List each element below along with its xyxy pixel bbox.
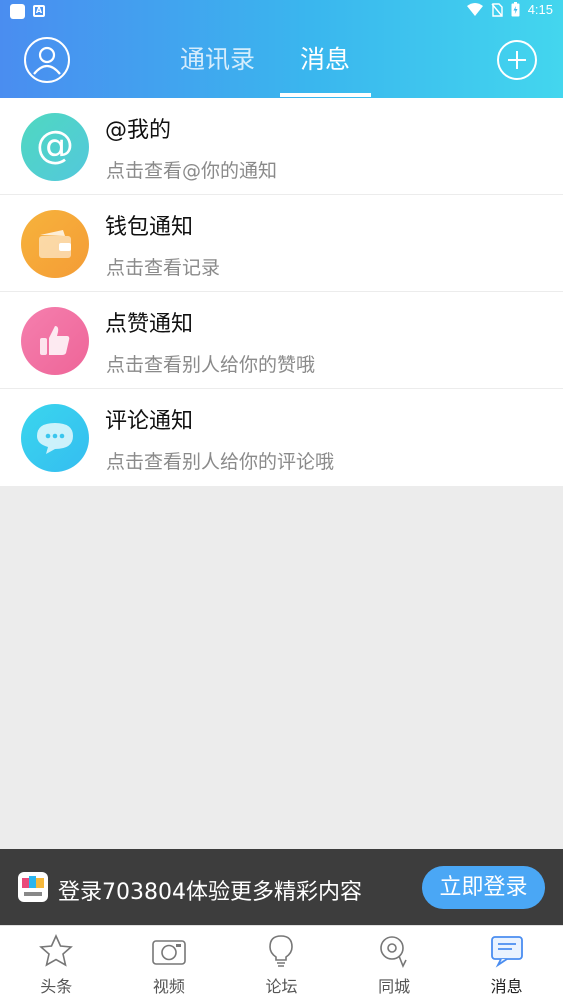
nav-item-headlines[interactable]: 头条 bbox=[0, 926, 113, 1000]
battery-icon bbox=[511, 2, 520, 17]
active-tab-indicator bbox=[280, 93, 371, 97]
tab-contacts[interactable]: 通讯录 bbox=[180, 42, 280, 82]
message-subtitle: 点击查看记录 bbox=[106, 257, 221, 279]
message-subtitle: 点击查看@你的通知 bbox=[106, 160, 278, 182]
banner-text: 登录703804体验更多精彩内容 bbox=[58, 880, 362, 905]
comment-icon bbox=[21, 404, 89, 472]
lightbulb-icon bbox=[269, 935, 294, 967]
at-icon: @ bbox=[21, 113, 89, 181]
app-notification-icon: A bbox=[33, 5, 45, 17]
message-title: @我的 bbox=[105, 118, 172, 143]
login-button[interactable]: 立即登录 bbox=[422, 866, 545, 909]
bottom-navigation: 头条 视频 论坛 同城 消息 bbox=[0, 925, 563, 1000]
message-subtitle: 点击查看别人给你的评论哦 bbox=[106, 451, 335, 473]
thumbs-up-icon bbox=[21, 307, 89, 375]
message-subtitle: 点击查看别人给你的赞哦 bbox=[106, 354, 316, 376]
notification-icon bbox=[10, 4, 25, 19]
tab-messages[interactable]: 消息 bbox=[300, 42, 352, 82]
wallet-icon bbox=[21, 210, 89, 278]
add-button[interactable] bbox=[497, 40, 537, 80]
message-item-comments[interactable]: 评论通知 点击查看别人给你的评论哦 bbox=[0, 389, 563, 486]
message-title: 点赞通知 bbox=[105, 312, 194, 337]
nav-item-local[interactable]: 同城 bbox=[338, 926, 451, 1000]
message-title: 评论通知 bbox=[105, 409, 194, 434]
app-logo-icon bbox=[18, 872, 48, 902]
star-icon bbox=[39, 934, 74, 967]
message-item-mentions[interactable]: @ @我的 点击查看@你的通知 bbox=[0, 98, 563, 195]
no-sim-icon bbox=[491, 2, 503, 17]
nav-item-forum[interactable]: 论坛 bbox=[225, 926, 338, 1000]
nav-item-video[interactable]: 视频 bbox=[113, 926, 226, 1000]
status-bar: A 4:15 bbox=[0, 0, 563, 24]
camera-icon bbox=[152, 940, 186, 965]
clock: 4:15 bbox=[527, 2, 553, 17]
location-icon bbox=[380, 936, 407, 968]
message-list: @ @我的 点击查看@你的通知 钱包通知 点击查看记录 点赞通知 点击查看别人给… bbox=[0, 98, 563, 486]
nav-item-messages[interactable]: 消息 bbox=[450, 926, 563, 1000]
message-title: 钱包通知 bbox=[105, 215, 194, 240]
message-item-likes[interactable]: 点赞通知 点击查看别人给你的赞哦 bbox=[0, 292, 563, 389]
wifi-icon bbox=[466, 3, 483, 16]
app-header: A 4:15 通讯录 消息 bbox=[0, 0, 563, 98]
user-avatar-button[interactable] bbox=[24, 37, 70, 83]
message-item-wallet[interactable]: 钱包通知 点击查看记录 bbox=[0, 195, 563, 292]
message-icon bbox=[490, 936, 523, 968]
user-icon bbox=[33, 46, 61, 75]
svg-text:@: @ bbox=[36, 125, 74, 167]
